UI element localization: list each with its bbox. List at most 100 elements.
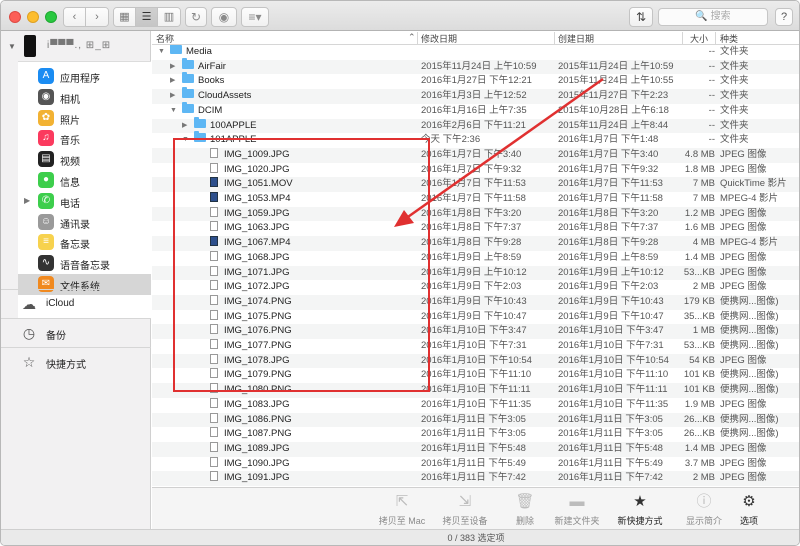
created-date: 2016年1月10日 下午7:31	[558, 340, 664, 351]
back-button[interactable]: ‹	[64, 8, 86, 26]
sidebar-item-app[interactable]: ≡ 备忘录	[18, 232, 151, 253]
sidebar-item-app[interactable]: ● 信息	[18, 170, 151, 191]
created-date: 2016年1月9日 下午2:03	[558, 281, 659, 293]
disclosure-closed-icon[interactable]: ▶	[182, 119, 187, 134]
zoom-window-button[interactable]	[45, 11, 57, 23]
created-date: 2016年1月10日 下午3:47	[558, 325, 664, 337]
image-file-icon	[210, 427, 218, 438]
sidebar-item-app[interactable]: ▶ ✆ 电话	[18, 191, 151, 212]
disclosure-triangle-icon[interactable]: ▶	[24, 196, 30, 205]
app-icon: ♫	[38, 130, 54, 147]
view-list-button[interactable]: ☰	[136, 8, 158, 26]
sidebar-item-icloud[interactable]: ☁ iCloud	[1, 289, 151, 317]
file-kind: 便携网...图像)	[720, 413, 779, 425]
file-row[interactable]: IMG_1086.PNG 2016年1月11日 下午3:05 2016年1月11日 …	[152, 412, 799, 428]
disclosure-open-icon[interactable]: ▼	[158, 45, 165, 60]
file-row[interactable]: IMG_1090.JPG 2016年1月11日 下午5:49 2016年1月11日 …	[152, 456, 799, 472]
sidebar-item-label: 通讯录	[60, 219, 90, 231]
column-kind[interactable]: 种类	[720, 32, 738, 45]
minimize-window-button[interactable]	[27, 11, 39, 23]
gear-icon: ⚙	[742, 493, 756, 510]
folder-row[interactable]: ▼ DCIM 2016年1月16日 上午7:35 2015年10月28日 上午6:18…	[152, 101, 799, 119]
file-kind: 便携网...图像)	[720, 325, 779, 337]
created-date: 2015年11月24日 上午10:59	[558, 60, 674, 72]
disclosure-closed-icon[interactable]: ▶	[170, 60, 175, 75]
file-size: 26...KB	[683, 413, 715, 425]
sidebar-item-label: 相机	[60, 94, 80, 106]
help-button[interactable]: ?	[775, 8, 793, 26]
close-window-button[interactable]	[9, 11, 21, 23]
trash-icon: 🗑	[515, 493, 535, 510]
sidebar-item-label: 语音备忘录	[60, 261, 110, 273]
folder-icon	[182, 57, 194, 69]
disclosure-closed-icon[interactable]: ▶	[170, 89, 175, 104]
annotation-highlight-box	[173, 138, 430, 392]
folder-icon	[182, 101, 194, 113]
sidebar-item-app[interactable]: ✿ 照片	[18, 108, 151, 129]
disclosure-open-icon[interactable]: ▼	[170, 104, 177, 119]
bottom-toolbar: ⇱ 拷贝至 Mac ⇲ 拷贝至设备 🗑 删除 ▬ 新建文件夹 ★ 新快捷方式 ⓘ 显示简介 ⚙ 选项	[152, 487, 799, 529]
sort-icon: ⇅	[635, 10, 647, 24]
file-kind: JPEG 图像	[720, 472, 767, 484]
file-name: AirFair	[198, 60, 226, 72]
column-size[interactable]: 大小	[690, 32, 708, 45]
options-button[interactable]: ⚙ 选项	[714, 492, 784, 527]
file-kind: JPEG 图像	[720, 281, 767, 293]
sort-button[interactable]: ⇅	[629, 7, 653, 27]
sidebar-item-app[interactable]: ♫ 音乐	[18, 128, 151, 149]
new-shortcut-button[interactable]: ★ 新快捷方式	[605, 492, 675, 527]
sidebar-item-backup[interactable]: ◷ 备份	[1, 318, 151, 346]
modified-date: 2016年1月16日 上午7:35	[421, 104, 527, 116]
refresh-button[interactable]: ↻	[185, 7, 207, 27]
folder-row[interactable]: ▶ AirFair 2015年11月24日 上午10:59 2015年11月24日 上…	[152, 57, 799, 75]
app-list: A 应用程序 ◉ 相机 ✿ 照片 ♫ 音乐 ▤ 视频 ● 信息 ▶ ✆ 电话 ☺ 通讯录 ≡ 备忘录 ∿ 语音备忘录 ✉ 文…	[18, 61, 151, 319]
disclosure-closed-icon[interactable]: ▶	[170, 74, 175, 89]
created-date: 2016年1月9日 上午8:59	[558, 251, 659, 263]
sidebar-item-app[interactable]: ◉ 相机	[18, 87, 151, 108]
file-kind: 便携网...图像)	[720, 295, 779, 307]
created-date: 2016年1月11日 下午7:42	[558, 472, 663, 484]
folder-row[interactable]: ▶ CloudAssets 2016年1月3日 上午12:52 2015年11月27日…	[152, 87, 799, 104]
view-icons-button[interactable]: ▦	[114, 8, 136, 26]
sidebar: ▼ i▀▀▀., ⊞_⊞ A 应用程序 ◉ 相机 ✿ 照片 ♫ 音乐 ▤ 视频 ● 信息 ▶ ✆ 电话 ☺ 通讯…	[1, 31, 151, 545]
modified-date: 2016年1月9日 下午10:43	[421, 295, 527, 307]
copy-to-mac-button[interactable]: ⇱ 拷贝至 Mac	[367, 492, 437, 527]
file-row[interactable]: IMG_1091.JPG 2016年1月11日 下午7:42 2016年1月11日 …	[152, 471, 799, 486]
file-size: 54 KB	[689, 354, 715, 366]
file-kind: JPEG 图像	[720, 207, 767, 219]
folder-row[interactable]: ▶ Books 2016年1月27日 下午12:21 2015年11月24日 上午10…	[152, 72, 799, 89]
search-input[interactable]: 🔍 搜索	[658, 8, 768, 26]
quick-look-button[interactable]: ◉	[211, 7, 237, 27]
view-columns-button[interactable]: ▥	[158, 8, 180, 26]
file-row[interactable]: IMG_1083.JPG 2016年1月10日 下午11:35 2016年1月10日…	[152, 397, 799, 413]
file-row[interactable]: IMG_1087.PNG 2016年1月11日 下午3:05 2016年1月11日 …	[152, 427, 799, 442]
sidebar-item-label: iCloud	[46, 298, 75, 309]
sidebar-item-app[interactable]: ∿ 语音备忘录	[18, 253, 151, 274]
file-kind: JPEG 图像	[720, 354, 767, 366]
sidebar-item-app[interactable]: ☺ 通讯录	[18, 212, 151, 233]
modified-date: 2016年1月11日 下午7:42	[421, 472, 526, 484]
column-created[interactable]: 创建日期	[558, 32, 594, 45]
folder-row[interactable]: ▶ 100APPLE 2016年2月6日 下午11:21 2015年11月24日 上午…	[152, 116, 799, 134]
created-date: 2016年1月7日 下午11:53	[558, 178, 663, 190]
forward-button[interactable]: ›	[86, 8, 108, 26]
column-modified[interactable]: 修改日期	[421, 32, 457, 45]
file-size: 26...KB	[683, 428, 715, 440]
button-label: 选项	[739, 516, 758, 526]
sidebar-item-shortcuts[interactable]: ☆ 快捷方式	[1, 347, 151, 375]
new-folder-button[interactable]: ▬ 新建文件夹	[542, 492, 612, 527]
folder-icon	[170, 45, 182, 54]
file-name: 100APPLE	[210, 119, 257, 131]
sidebar-item-app[interactable]: ▤ 视频	[18, 149, 151, 170]
column-header: 名称 ⌃ 修改日期 创建日期 大小 种类	[152, 31, 799, 45]
folder-row[interactable]: ▼ Media -- 文件夹	[152, 45, 799, 60]
file-row[interactable]: IMG_1089.JPG 2016年1月11日 下午5:48 2016年1月11日 …	[152, 441, 799, 457]
disclosure-triangle-icon[interactable]: ▼	[8, 42, 16, 51]
sidebar-item-label: 备份	[46, 331, 66, 342]
sidebar-item-app[interactable]: A 应用程序	[18, 66, 151, 87]
device-item[interactable]: ▼ i▀▀▀., ⊞_⊞	[1, 31, 151, 61]
button-label: 删除	[515, 516, 534, 526]
file-size: 179 KB	[683, 295, 715, 307]
arrange-button[interactable]: ≡▾	[241, 7, 269, 27]
column-name[interactable]: 名称	[156, 32, 174, 45]
